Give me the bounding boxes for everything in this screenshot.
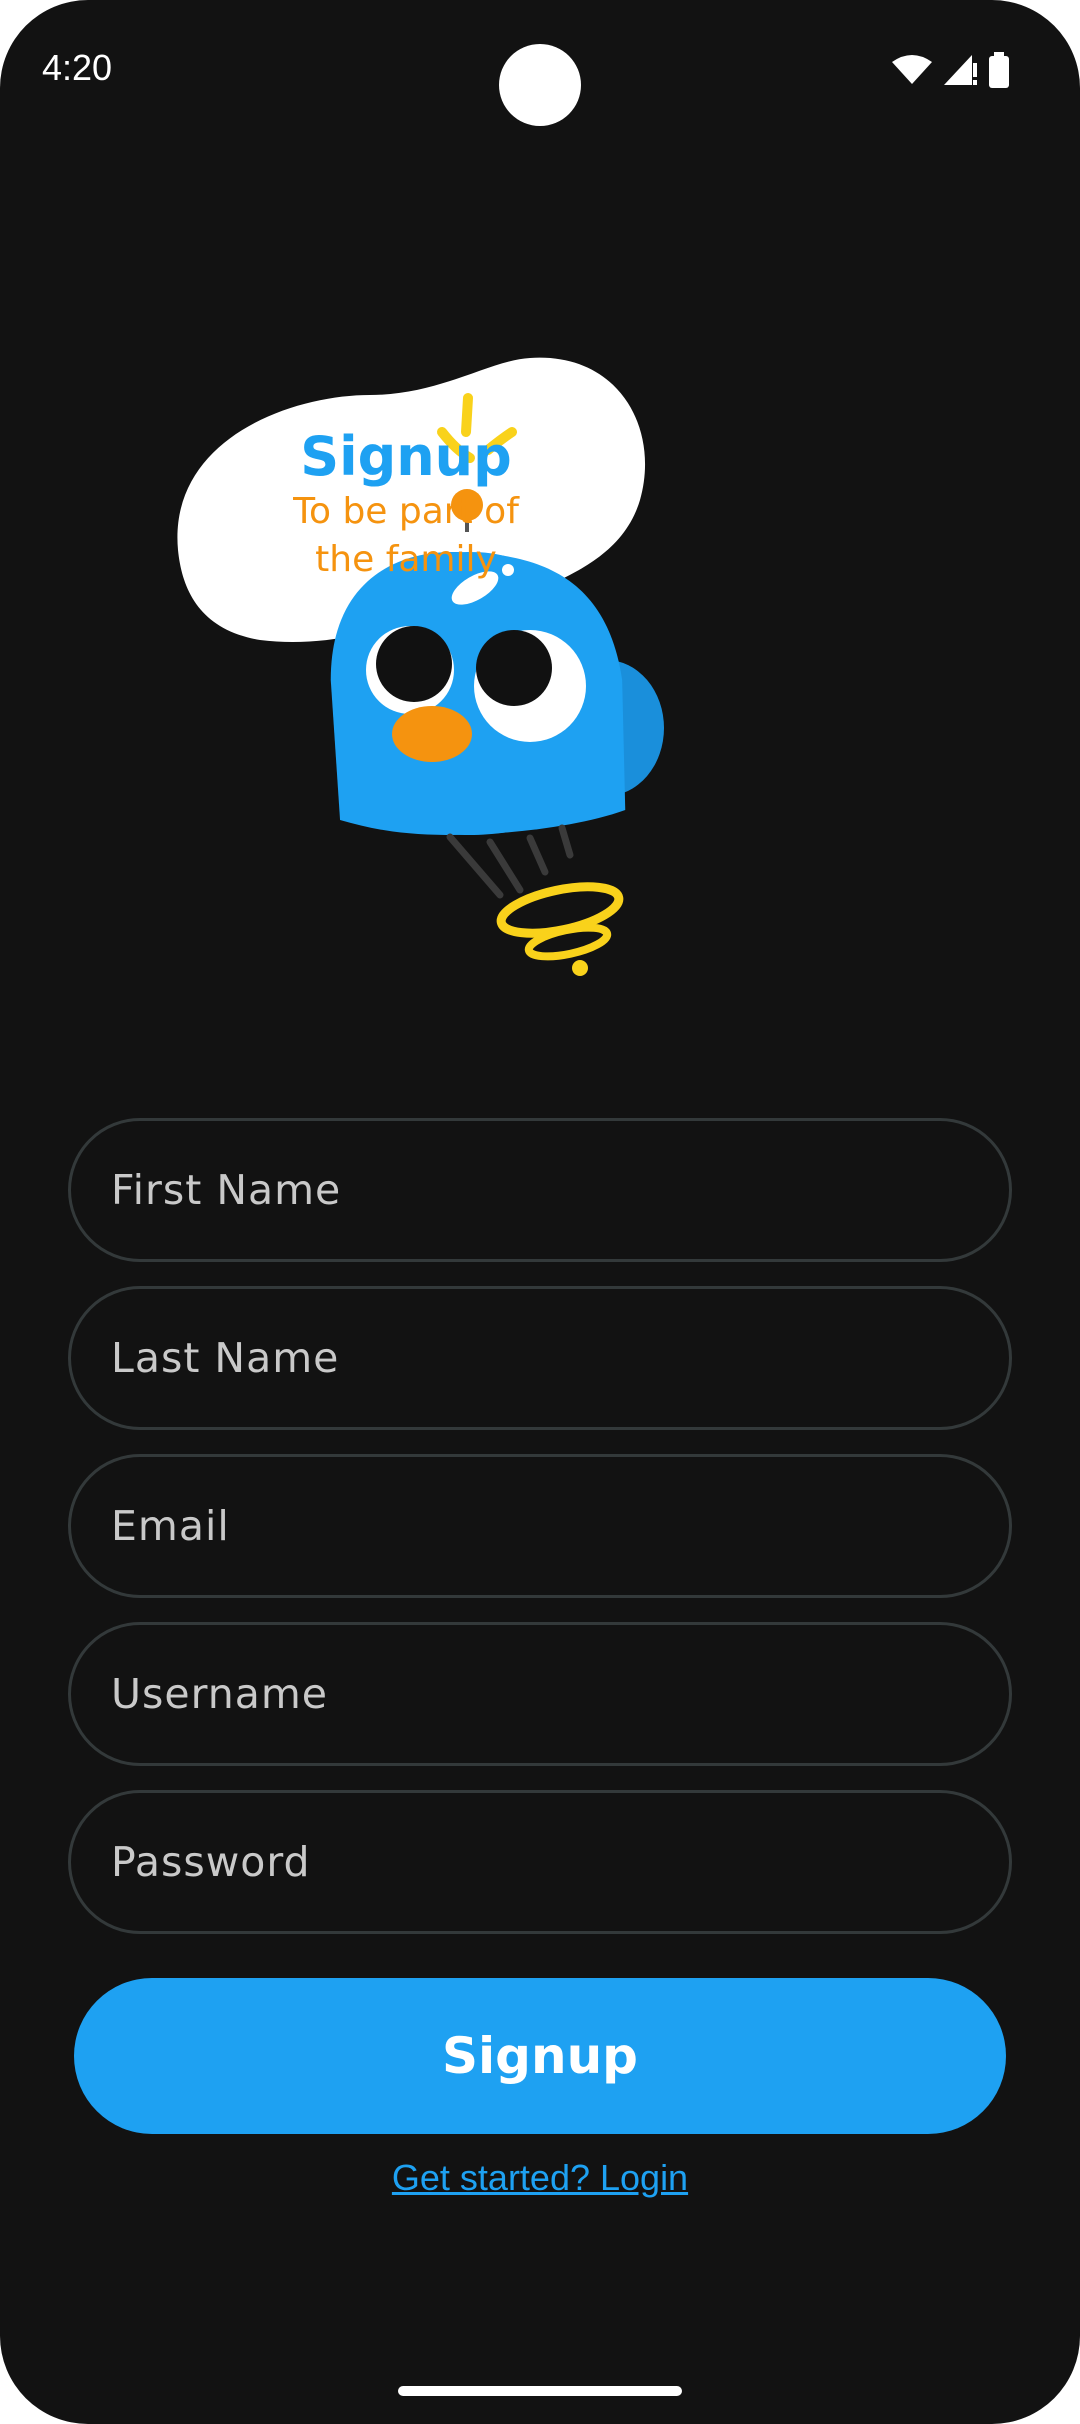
- cellular-signal-icon: [944, 55, 977, 85]
- battery-icon: [989, 52, 1009, 88]
- bubble-title: Signup: [300, 425, 512, 488]
- last-name-input[interactable]: [71, 1289, 1009, 1427]
- signup-button[interactable]: Signup: [74, 1978, 1006, 2134]
- first-name-field[interactable]: [68, 1118, 1012, 1262]
- camera-cutout: [499, 44, 581, 126]
- last-name-field[interactable]: [68, 1286, 1012, 1430]
- bubble-subtitle-line1: To be part of: [293, 491, 519, 532]
- username-input[interactable]: [71, 1625, 1009, 1763]
- first-name-input[interactable]: [71, 1121, 1009, 1259]
- wifi-icon: [892, 55, 932, 84]
- bubble-subtitle-line2: the family: [315, 539, 497, 580]
- username-field[interactable]: [68, 1622, 1012, 1766]
- status-icons: [892, 52, 1010, 88]
- password-input[interactable]: [71, 1793, 1009, 1931]
- phone-screen: 4:20 Signup To be part of the family Fir…: [0, 0, 1080, 2424]
- password-field[interactable]: [68, 1790, 1012, 1934]
- home-indicator[interactable]: [398, 2386, 682, 2396]
- email-field[interactable]: [68, 1454, 1012, 1598]
- email-input[interactable]: [71, 1457, 1009, 1595]
- bubble-subtitle: To be part of the family: [258, 488, 554, 584]
- login-link[interactable]: Get started? Login: [340, 2154, 740, 2202]
- status-time: 4:20: [42, 47, 113, 88]
